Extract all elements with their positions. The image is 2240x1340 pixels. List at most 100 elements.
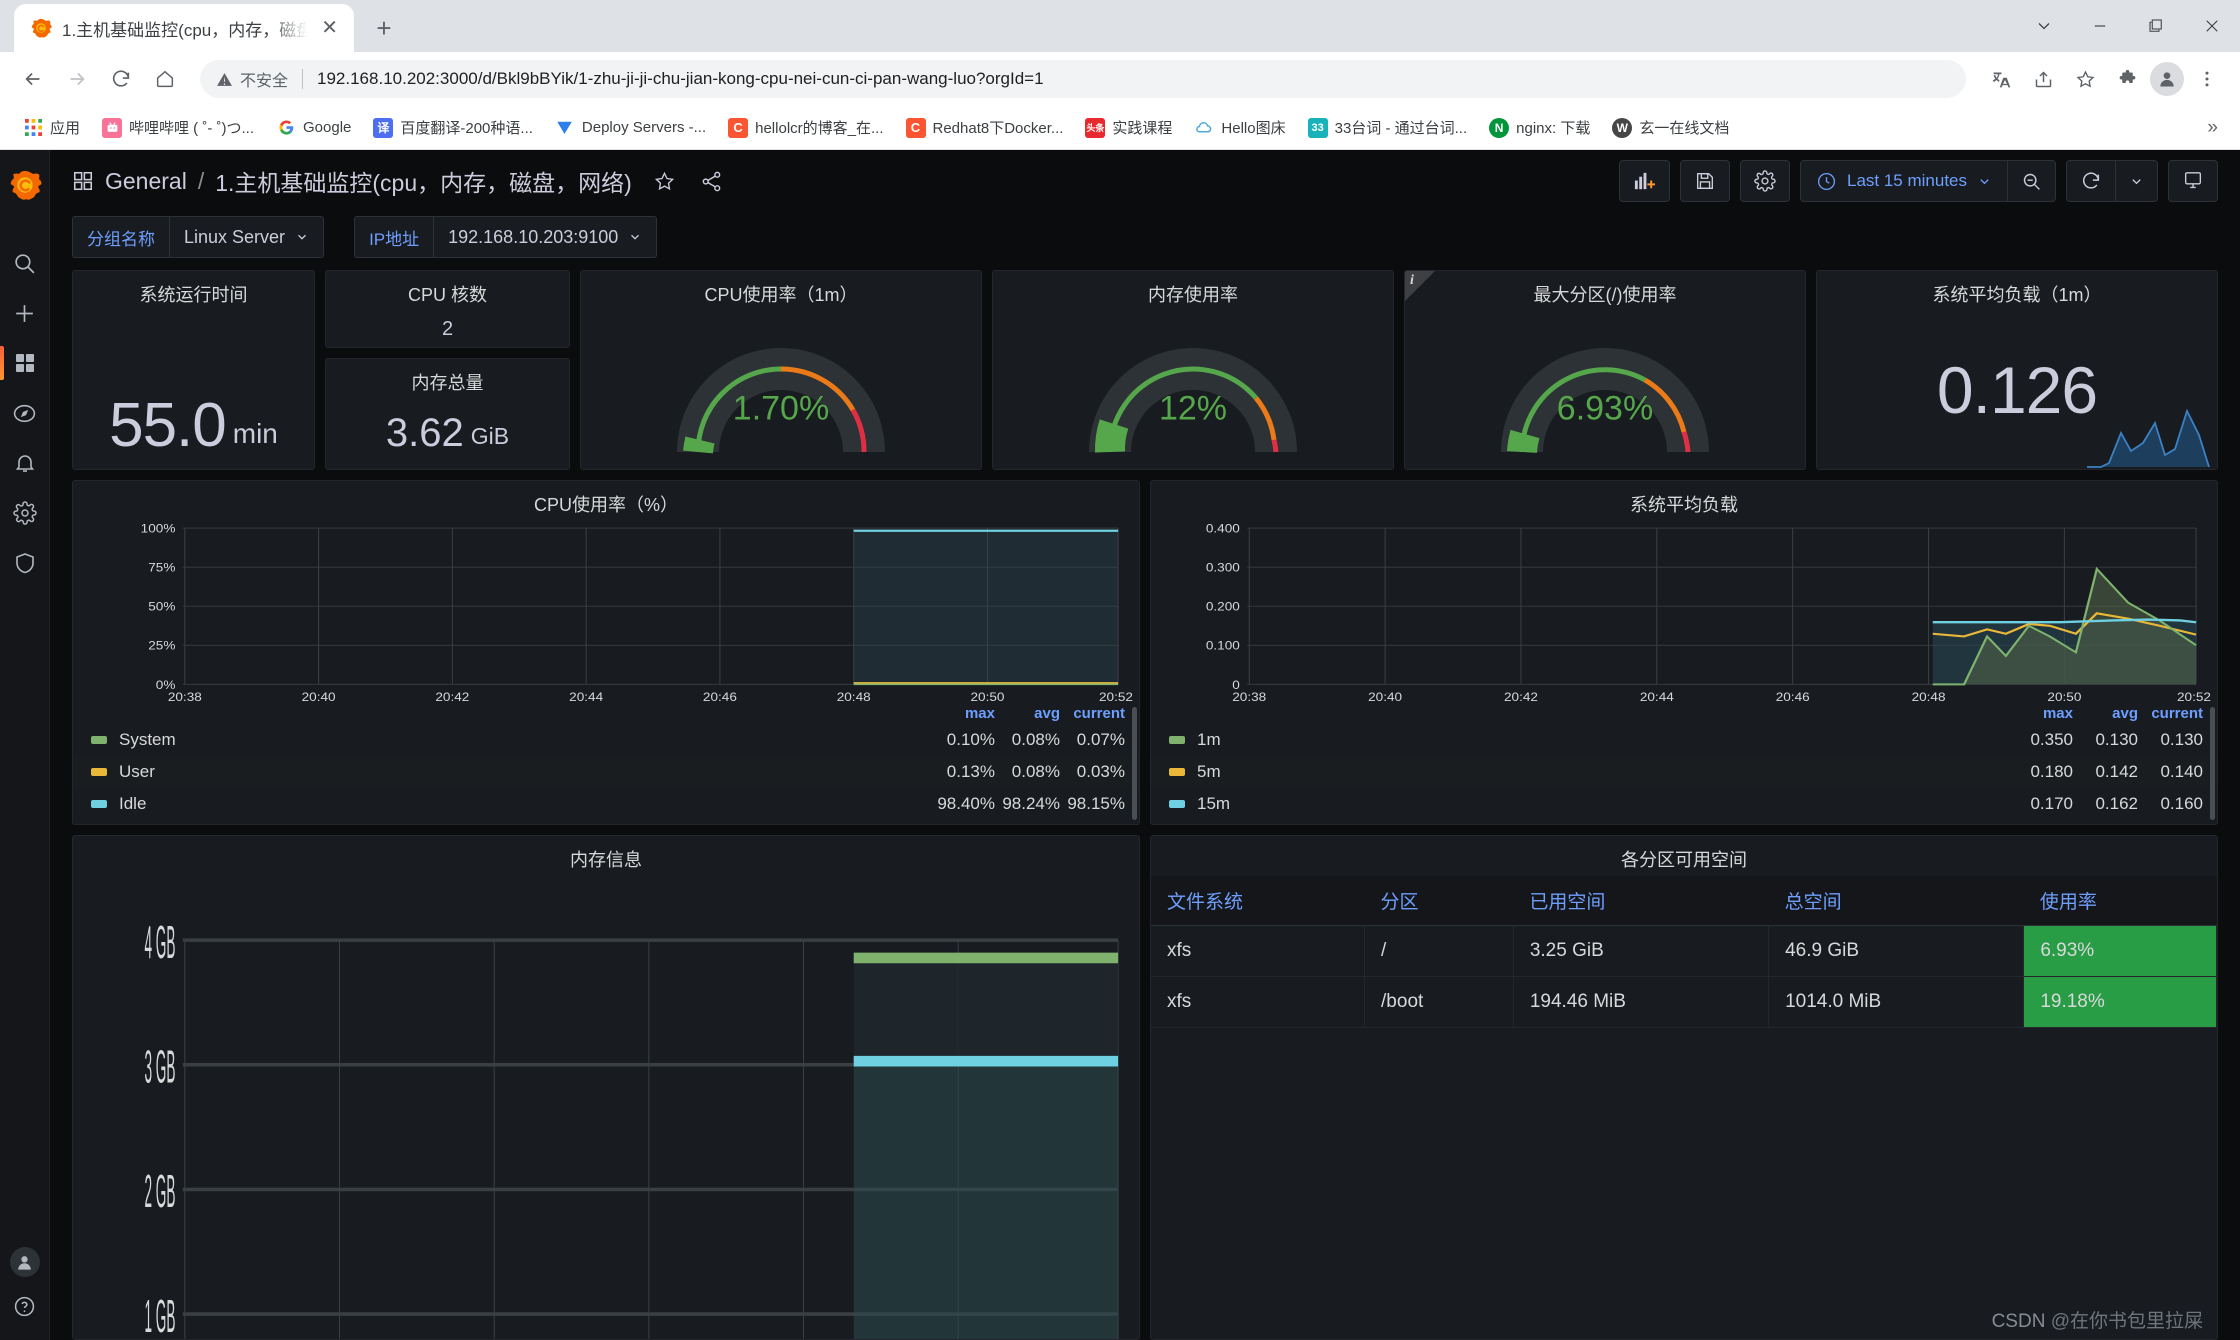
bookmark-label: 哔哩哔哩 ( ˚- ˚)つ... — [129, 120, 254, 137]
bookmark-baidu-translate[interactable]: 译 百度翻译-200种语... — [364, 112, 542, 143]
panel-load-average-graph[interactable]: 系统平均负载 0.400 0.300 0.200 0.100 0 20:38 2… — [1150, 480, 2218, 825]
bookmark-label: hellolcr的博客_在... — [755, 120, 884, 137]
sidebar-item-search[interactable] — [0, 238, 50, 288]
panel-cpu-usage-gauge[interactable]: CPU使用率（1m） 1.70% — [580, 270, 982, 470]
panel-uptime[interactable]: 系统运行时间 55.0 min — [72, 270, 315, 470]
bookmark-bilibili[interactable]: 哔哩哔哩 ( ˚- ˚)つ... — [93, 112, 263, 143]
puzzle-icon[interactable] — [2108, 60, 2146, 98]
time-range-picker[interactable]: Last 15 minutes — [1801, 161, 2007, 201]
legend-color-swatch[interactable] — [91, 800, 107, 808]
grafana-logo-icon[interactable] — [8, 168, 42, 202]
legend-row[interactable]: System 0.10% 0.08% 0.07% — [73, 724, 1139, 756]
legend-row[interactable]: 15m 0.170 0.162 0.160 — [1151, 788, 2217, 820]
variable-select-ip[interactable]: 192.168.10.203:9100 — [433, 216, 658, 258]
bookmark-hellolcr-blog[interactable]: C hellolcr的博客_在... — [719, 112, 892, 143]
column-header-used[interactable]: 已用空间 — [1513, 876, 1769, 926]
legend-color-swatch[interactable] — [91, 768, 107, 776]
panel-cpu-usage-graph[interactable]: CPU使用率（%） 100% 75% 50% 25% 0% 20:38 20:4… — [72, 480, 1140, 825]
legend-scrollbar[interactable] — [2210, 707, 2215, 820]
bookmarks-overflow-icon[interactable]: » — [2199, 117, 2226, 139]
legend-col-current[interactable]: current — [1060, 705, 1125, 722]
close-icon[interactable] — [2184, 0, 2240, 52]
legend-color-swatch[interactable] — [1169, 800, 1185, 808]
translate-icon[interactable] — [1982, 60, 2020, 98]
variable-select-group[interactable]: Linux Server — [169, 216, 325, 258]
sidebar-item-configuration[interactable] — [0, 488, 50, 538]
bookmark-redhat-docker[interactable]: C Redhat8下Docker... — [897, 112, 1073, 143]
legend-col-avg[interactable]: avg — [995, 705, 1060, 722]
bookmark-nginx[interactable]: N nginx: 下载 — [1480, 112, 1599, 143]
table-row[interactable]: xfs / 3.25 GiB 46.9 GiB 6.93% — [1151, 925, 2217, 977]
share-icon[interactable] — [2024, 60, 2062, 98]
sidebar-item-alerting[interactable] — [0, 438, 50, 488]
sidebar-item-create[interactable] — [0, 288, 50, 338]
bookmark-deploy-servers[interactable]: Deploy Servers -... — [546, 113, 715, 143]
dashboard-settings-button[interactable] — [1739, 160, 1790, 202]
bookmark-google[interactable]: Google — [267, 113, 360, 143]
legend-col-max[interactable]: max — [2008, 705, 2073, 722]
bookmark-33taici[interactable]: 33 33台词 - 通过台词... — [1299, 112, 1477, 143]
kebab-menu-icon[interactable] — [2188, 60, 2226, 98]
bookmarks-bar: 应用 哔哩哔哩 ( ˚- ˚)つ... Google 译 百度翻译-200种语.… — [0, 106, 2240, 150]
legend-col-current[interactable]: current — [2138, 705, 2203, 722]
browser-tab[interactable]: 1.主机基础监控(cpu，内存，磁盘，网络) ✕ — [14, 4, 354, 52]
star-icon[interactable] — [651, 167, 679, 195]
tv-mode-button[interactable] — [2168, 160, 2218, 202]
back-icon[interactable] — [14, 60, 52, 98]
column-header-usage[interactable]: 使用率 — [2023, 876, 2217, 926]
url-text[interactable]: 192.168.10.202:3000/d/Bkl9bBYik/1-zhu-ji… — [317, 69, 1044, 89]
table-row[interactable]: xfs /boot 194.46 MiB 1014.0 MiB 19.18% — [1151, 976, 2217, 1028]
reload-icon[interactable] — [102, 60, 140, 98]
sidebar-item-dashboards[interactable] — [0, 338, 50, 388]
legend-row[interactable]: Idle 98.40% 98.24% 98.15% — [73, 788, 1139, 820]
profile-avatar-icon[interactable] — [2150, 62, 2184, 96]
panel-partitions[interactable]: 各分区可用空间 文件系统 分区 已用空间 总空间 使用率 xfs / 3.25 … — [1150, 835, 2218, 1340]
legend-row[interactable]: 5m 0.180 0.142 0.140 — [1151, 756, 2217, 788]
panel-mem-usage-gauge[interactable]: 内存使用率 12% — [992, 270, 1394, 470]
bookmark-hello-imgbed[interactable]: Hello图床 — [1185, 112, 1294, 143]
info-icon[interactable]: i — [1410, 273, 1414, 289]
not-secure-indicator[interactable]: 不安全 — [216, 67, 288, 91]
address-bar[interactable]: 不安全 192.168.10.202:3000/d/Bkl9bBYik/1-zh… — [200, 60, 1966, 98]
panel-mem-total[interactable]: 内存总量 3.62 GiB — [325, 358, 570, 470]
disk-usage-value: 6.93% — [1556, 389, 1654, 428]
add-panel-button[interactable] — [1618, 160, 1670, 202]
legend-row[interactable]: 1m 0.350 0.130 0.130 — [1151, 724, 2217, 756]
minimize-icon[interactable] — [2072, 0, 2128, 52]
legend-color-swatch[interactable] — [1169, 736, 1185, 744]
panel-cpu-cores[interactable]: CPU 核数 2 — [325, 270, 570, 348]
forward-icon[interactable] — [58, 60, 96, 98]
breadcrumb-folder[interactable]: General — [105, 168, 187, 195]
new-tab-button[interactable]: + — [364, 8, 404, 48]
sidebar-item-explore[interactable] — [0, 388, 50, 438]
panel-memory-info[interactable]: 内存信息 4 GB 3 GB 2 GB 1 GB — [72, 835, 1140, 1340]
sidebar-item-server-admin[interactable] — [0, 538, 50, 588]
save-dashboard-button[interactable] — [1679, 160, 1730, 202]
refresh-interval-chevron-down-icon[interactable] — [2116, 161, 2157, 201]
column-header-filesystem[interactable]: 文件系统 — [1151, 876, 1365, 926]
column-header-mount[interactable]: 分区 — [1364, 876, 1514, 926]
column-header-total[interactable]: 总空间 — [1768, 876, 2024, 926]
maximize-icon[interactable] — [2128, 0, 2184, 52]
legend-row[interactable]: User 0.13% 0.08% 0.03% — [73, 756, 1139, 788]
home-icon[interactable] — [146, 60, 184, 98]
tab-search-chevron-icon[interactable] — [2016, 0, 2072, 52]
sidebar-item-help[interactable] — [0, 1295, 50, 1318]
panel-load-average-stat[interactable]: 系统平均负载（1m） 0.126 — [1816, 270, 2218, 470]
bookmark-apps[interactable]: 应用 — [14, 112, 89, 143]
tab-close-icon[interactable]: ✕ — [317, 16, 342, 40]
refresh-dashboard-button[interactable] — [2067, 161, 2115, 201]
legend-color-swatch[interactable] — [91, 736, 107, 744]
panel-disk-usage-gauge[interactable]: i 最大分区(/)使用率 6.93% — [1404, 270, 1806, 470]
legend-color-swatch[interactable] — [1169, 768, 1185, 776]
zoom-out-time-range-button[interactable] — [2008, 161, 2055, 201]
legend-col-avg[interactable]: avg — [2073, 705, 2138, 722]
legend-scrollbar[interactable] — [1132, 707, 1137, 820]
bookmark-practice-course[interactable]: 头条 实践课程 — [1076, 112, 1181, 143]
bookmark-xuanyi-docs[interactable]: W 玄一在线文档 — [1603, 112, 1738, 143]
star-icon[interactable] — [2066, 60, 2104, 98]
share-nodes-icon[interactable] — [698, 167, 726, 195]
legend-current: 0.130 — [2160, 730, 2203, 749]
legend-col-max[interactable]: max — [930, 705, 995, 722]
sidebar-item-user-profile[interactable] — [9, 1247, 40, 1277]
